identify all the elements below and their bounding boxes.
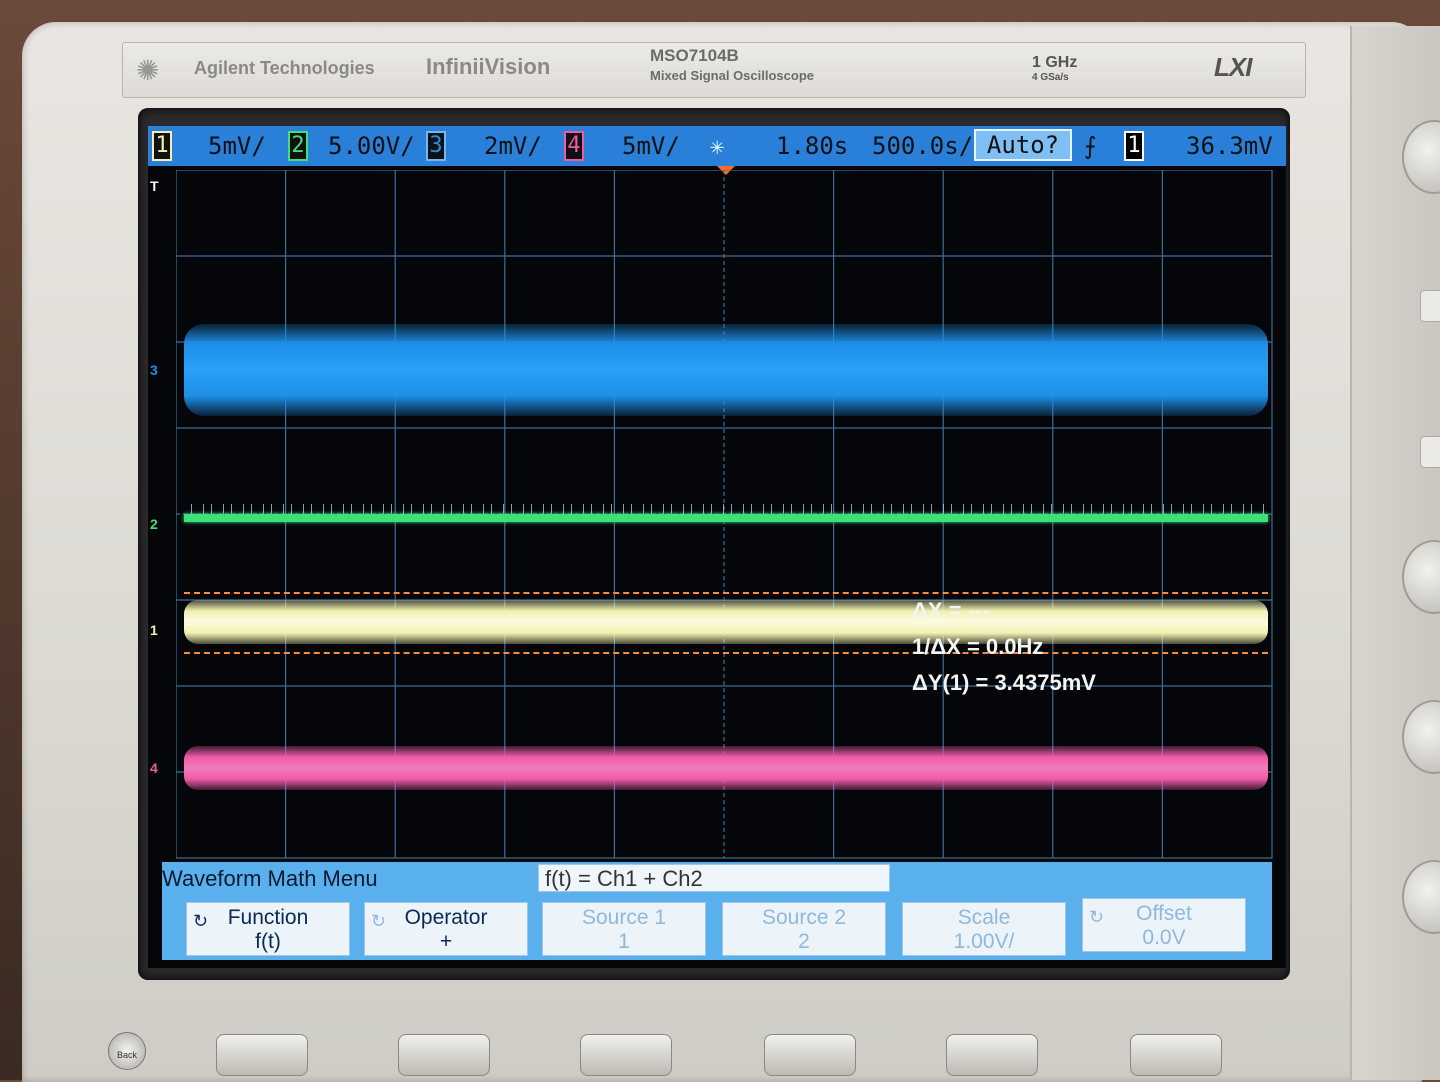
softkey-scale[interactable]: Scale 1.00V/ [902, 902, 1066, 956]
softkey-scale-value: 1.00V/ [953, 930, 1015, 953]
softkey-physical-button-1[interactable] [216, 1034, 308, 1076]
ch2-ground-marker[interactable]: 2 [150, 516, 158, 532]
softkey-operator[interactable]: ↻ Operator + [364, 902, 528, 956]
softkey-source1[interactable]: Source 1 1 [542, 902, 706, 956]
product-series: InfiniiVision [426, 54, 551, 79]
time-scale: 500.0s/ [872, 132, 974, 160]
softkey-physical-button-4[interactable] [764, 1034, 856, 1076]
ch4-indicator[interactable]: 4 [564, 131, 584, 161]
softkey-operator-value: + [439, 930, 453, 953]
rising-edge-trigger-icon: ⨍ [1084, 132, 1097, 160]
rotate-knob-icon: ↻ [371, 911, 387, 931]
trigger-mode[interactable]: Auto? [974, 129, 1072, 161]
ch3-indicator[interactable]: 3 [426, 131, 446, 161]
rotate-knob-icon: ↻ [193, 911, 209, 931]
ch3-ground-marker[interactable]: 3 [150, 362, 158, 378]
ch2-waveform [184, 514, 1268, 522]
cursor-delta-y: ΔY(1) = 3.4375mV [912, 670, 1096, 695]
brand-name: Agilent Technologies [194, 58, 375, 78]
ch1-waveform [184, 600, 1268, 644]
ch1-indicator[interactable]: 1 [152, 131, 172, 161]
softkey-source2-label: Source 2 [761, 906, 847, 929]
ch3-waveform [184, 324, 1268, 416]
back-button[interactable]: Back [108, 1032, 146, 1070]
cursor-y1-line[interactable] [184, 592, 1268, 594]
sample-rate: 4 GSa/s [1032, 72, 1069, 83]
cursor-inverse-delta-x: 1/ΔX = 0.0Hz [912, 634, 1044, 659]
softkey-operator-label: Operator [404, 906, 488, 929]
cursor-y2-line[interactable] [184, 652, 1268, 654]
ch4-scale: 5mV/ [622, 132, 680, 160]
ch2-indicator[interactable]: 2 [288, 131, 308, 161]
rotate-knob-icon: ↻ [1089, 907, 1105, 927]
softkey-offset[interactable]: ↻ Offset 0.0V [1082, 898, 1246, 952]
softkey-function-label: Function [227, 906, 309, 929]
ch1-scale: 5mV/ [208, 132, 266, 160]
menu-title: Waveform Math Menu [162, 866, 378, 891]
softkey-source1-value: 1 [618, 930, 630, 953]
trigger-delay-icon: ✳ [710, 132, 725, 160]
trigger-marker[interactable]: T [150, 178, 159, 194]
softkey-offset-value: 0.0V [1142, 926, 1186, 949]
lxi-logo: LXI [1214, 52, 1252, 82]
ch4-waveform [184, 746, 1268, 790]
panel-button[interactable] [1420, 436, 1440, 468]
softkey-physical-button-6[interactable] [1130, 1034, 1222, 1076]
softkey-source2[interactable]: Source 2 2 [722, 902, 886, 956]
ch4-ground-marker[interactable]: 4 [150, 760, 158, 776]
trigger-level: 36.3mV [1186, 132, 1273, 160]
softkey-physical-button-5[interactable] [946, 1034, 1038, 1076]
softkey-source1-label: Source 1 [581, 906, 667, 929]
ch2-scale: 5.00V/ [328, 132, 415, 160]
softkey-source2-value: 2 [798, 930, 810, 953]
time-delay: 1.80s [776, 132, 849, 160]
trigger-source: 1 [1124, 131, 1144, 161]
digital-glitch-marks [184, 504, 1268, 514]
softkey-offset-label: Offset [1136, 902, 1192, 925]
model-description: Mixed Signal Oscilloscope [650, 68, 814, 83]
softkey-physical-button-2[interactable] [398, 1034, 490, 1076]
ch1-ground-marker[interactable]: 1 [150, 622, 158, 638]
model-number: MSO7104B [650, 46, 739, 65]
agilent-spark-logo-icon: ✺ [136, 55, 160, 86]
cursor-delta-x: ΔX = --- [912, 598, 990, 623]
softkey-physical-button-3[interactable] [580, 1034, 672, 1076]
panel-button[interactable] [1420, 290, 1440, 322]
softkey-function-value: f(t) [255, 930, 281, 953]
softkey-scale-label: Scale [957, 906, 1011, 929]
ch3-scale: 2mV/ [484, 132, 542, 160]
softkey-function[interactable]: ↻ Function f(t) [186, 902, 350, 956]
bandwidth: 1 GHz [1032, 54, 1078, 71]
scope-display: 1 5mV/ 2 5.00V/ 3 2mV/ 4 5mV/ ✳ 1.80s 50… [148, 126, 1286, 968]
math-expression: f(t) = Ch1 + Ch2 [538, 864, 890, 892]
status-bar: 1 5mV/ 2 5.00V/ 3 2mV/ 4 5mV/ ✳ 1.80s 50… [148, 126, 1286, 166]
